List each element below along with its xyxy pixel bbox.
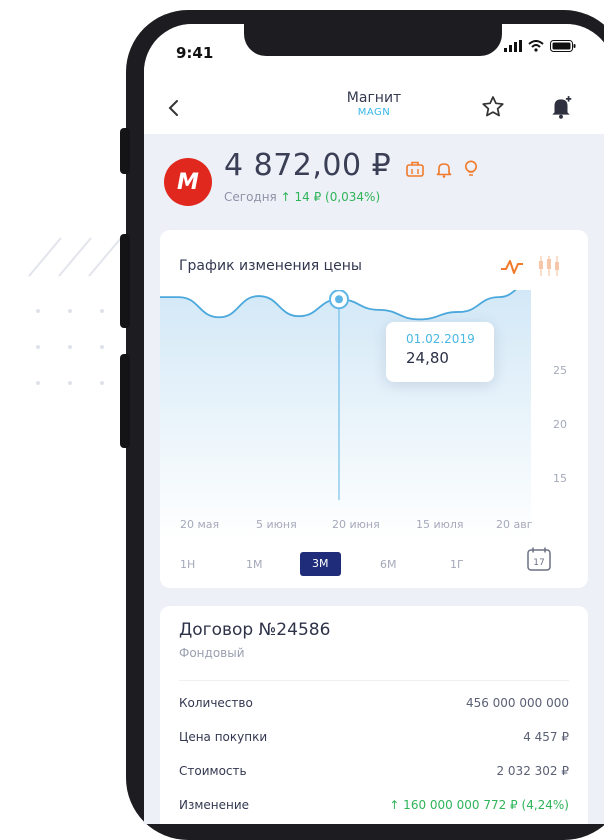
decor-dot bbox=[36, 345, 40, 349]
chart-tooltip: 01.02.2019 24,80 bbox=[386, 322, 494, 382]
bell-plus-icon bbox=[552, 96, 572, 119]
bell-icon[interactable] bbox=[436, 161, 452, 178]
decor-dot bbox=[68, 381, 72, 385]
divider bbox=[179, 680, 569, 681]
period-3m[interactable]: 3М bbox=[300, 552, 341, 576]
candlestick-chart-icon[interactable] bbox=[537, 255, 561, 277]
decor-dot bbox=[68, 309, 72, 313]
decor-dot bbox=[36, 381, 40, 385]
calendar-icon: 17 bbox=[527, 547, 551, 571]
decor-slash bbox=[28, 237, 62, 277]
x-tick-label: 15 июля bbox=[416, 518, 464, 531]
period-selector: 1Н 1М 3М 6М 1Г bbox=[160, 552, 588, 582]
tooltip-date: 01.02.2019 bbox=[406, 332, 475, 346]
phone-notch bbox=[244, 24, 502, 56]
decor-dot bbox=[100, 309, 104, 313]
period-1m[interactable]: 1М bbox=[246, 558, 263, 571]
phone-side-button bbox=[120, 234, 130, 328]
add-alert-button[interactable] bbox=[548, 94, 574, 124]
period-1y[interactable]: 1Г bbox=[450, 558, 464, 571]
x-tick-label: 20 июня bbox=[332, 518, 380, 531]
lightbulb-icon[interactable] bbox=[464, 160, 478, 178]
row-value: ↑ 160 000 000 772 ₽ (4,24%) bbox=[389, 798, 569, 812]
row-label: Стоимость bbox=[179, 764, 247, 778]
row-value: 456 000 000 000 bbox=[465, 696, 569, 710]
decor-dot bbox=[68, 345, 72, 349]
battery-icon bbox=[550, 40, 576, 52]
row-value: 4 457 ₽ bbox=[523, 730, 569, 744]
y-tick-label: 15 bbox=[553, 472, 567, 485]
chart-cursor-marker-dot bbox=[335, 295, 343, 304]
decor-slash bbox=[58, 237, 92, 277]
today-change-value: ↑ 14 ₽ (0,034%) bbox=[280, 190, 381, 204]
price-chart[interactable] bbox=[160, 290, 588, 540]
chevron-left-icon bbox=[168, 100, 178, 116]
calendar-day: 17 bbox=[533, 558, 544, 568]
period-6m[interactable]: 6М bbox=[380, 558, 397, 571]
signal-icon bbox=[504, 40, 522, 52]
period-1w[interactable]: 1Н bbox=[180, 558, 195, 571]
row-label: Количество bbox=[179, 696, 253, 710]
x-tick-label: 20 мая bbox=[180, 518, 220, 531]
price-chart-card: График изменения цены 01.02.2019 24,80 2… bbox=[160, 230, 588, 588]
x-tick-label: 20 авг bbox=[496, 518, 533, 531]
wifi-icon bbox=[528, 40, 544, 52]
y-tick-label: 20 bbox=[553, 418, 567, 431]
row-value: 2 032 302 ₽ bbox=[496, 764, 569, 778]
decor-dot bbox=[100, 381, 104, 385]
line-chart-icon[interactable] bbox=[500, 258, 524, 276]
row-label: Изменение bbox=[179, 798, 250, 812]
x-tick-label: 5 июня bbox=[256, 518, 297, 531]
chart-title: График изменения цены bbox=[179, 258, 362, 274]
today-label: Сегодня bbox=[224, 190, 277, 204]
today-change: Сегодня ↑ 14 ₽ (0,034%) bbox=[224, 190, 380, 204]
stock-name: Магнит bbox=[346, 90, 402, 106]
stock-ticker: MAGN bbox=[357, 107, 391, 118]
decor-slash bbox=[88, 237, 122, 277]
phone-screen: 9:41 Магнит MAGN M 4 872,00 ₽ Сегодня ↑ … bbox=[144, 24, 604, 824]
stock-price: 4 872,00 ₽ bbox=[224, 148, 392, 183]
phone-side-button bbox=[120, 128, 130, 174]
y-tick-label: 25 bbox=[553, 364, 567, 377]
tooltip-value: 24,80 bbox=[406, 349, 449, 367]
status-icons bbox=[504, 40, 576, 52]
decor-dot bbox=[36, 309, 40, 313]
decor-dot bbox=[100, 345, 104, 349]
back-button[interactable] bbox=[162, 96, 186, 120]
stock-actions bbox=[406, 160, 478, 178]
star-icon bbox=[482, 96, 504, 117]
calendar-button[interactable]: 17 bbox=[526, 546, 552, 576]
briefcase-icon[interactable] bbox=[406, 161, 424, 177]
company-logo: M bbox=[164, 158, 212, 206]
contract-type: Фондовый bbox=[179, 646, 245, 660]
status-time: 9:41 bbox=[176, 44, 214, 62]
contract-card[interactable]: Договор №24586 Фондовый Количество 456 0… bbox=[160, 606, 588, 824]
row-label: Цена покупки bbox=[179, 730, 268, 744]
contract-title: Договор №24586 bbox=[179, 620, 331, 640]
favorite-button[interactable] bbox=[480, 94, 506, 124]
nav-title: Магнит MAGN bbox=[294, 90, 454, 118]
phone-side-button bbox=[120, 354, 130, 448]
